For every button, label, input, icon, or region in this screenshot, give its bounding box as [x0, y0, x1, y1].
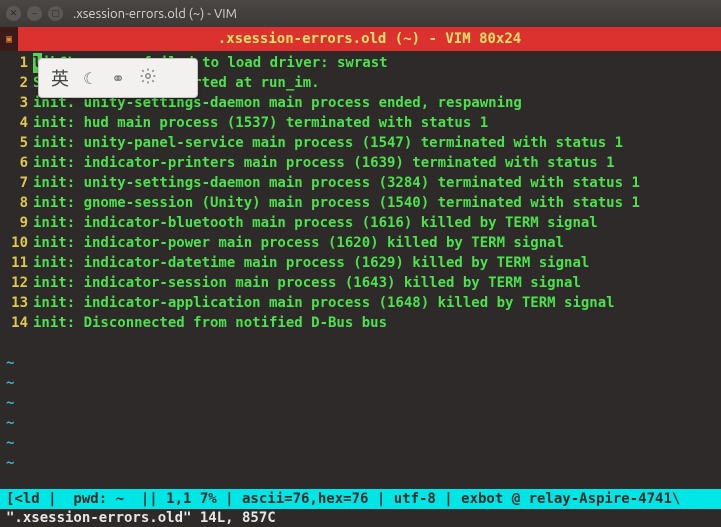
tilde-icon: ~	[6, 393, 14, 413]
tilde-icon: ~	[6, 433, 14, 453]
editor-line: 12init: indicator-session main process (…	[6, 273, 715, 293]
close-icon[interactable]: ✕	[6, 6, 21, 21]
line-number: 14	[6, 313, 28, 333]
line-text: init: indicator-power main process (1620…	[33, 233, 564, 253]
line-number: 12	[6, 273, 28, 293]
editor-area[interactable]: 1libGL error: failed to load driver: swr…	[0, 51, 721, 489]
editor-line: 11init: indicator-datetime main process …	[6, 253, 715, 273]
line-number: 4	[6, 113, 28, 133]
vim-tabline: ▣ .xsession-errors.old (~) - VIM 80x24	[0, 27, 721, 51]
window-titlebar: ✕ – ▢ .xsession-errors.old (~) - VIM	[0, 0, 721, 27]
empty-line: ~	[6, 393, 715, 413]
line-text: init: indicator-application main process…	[33, 293, 615, 313]
line-text: init: gnome-session (Unity) main process…	[33, 193, 640, 213]
gear-icon[interactable]	[139, 67, 157, 89]
line-number: 11	[6, 253, 28, 273]
line-text: init: unity-panel-service main process (…	[33, 133, 623, 153]
line-text: init: unity-settings-daemon main process…	[33, 173, 640, 193]
line-number: 6	[6, 153, 28, 173]
empty-line: ~	[6, 353, 715, 373]
editor-line: 7init: unity-settings-daemon main proces…	[6, 173, 715, 193]
tabline-title: .xsession-errors.old (~) - VIM 80x24	[18, 27, 721, 51]
window-title: .xsession-errors.old (~) - VIM	[73, 7, 237, 21]
maximize-icon[interactable]: ▢	[48, 6, 63, 21]
ime-language-indicator[interactable]: 英	[51, 65, 69, 91]
tabline-indicator: ▣	[0, 27, 18, 51]
editor-line: 5init: unity-panel-service main process …	[6, 133, 715, 153]
tilde-icon: ~	[6, 453, 14, 473]
tilde-icon: ~	[6, 413, 14, 433]
editor-line: 9init: indicator-bluetooth main process …	[6, 213, 715, 233]
status-line: [<ld | pwd: ~ || 1,1 7% | ascii=76,hex=7…	[0, 489, 721, 509]
line-number: 1	[6, 53, 28, 73]
line-number: 2	[6, 73, 28, 93]
command-line: ".xsession-errors.old" 14L, 857C	[0, 509, 721, 527]
empty-line: ~	[6, 373, 715, 393]
ime-toolbar[interactable]: 英 ☾ ⚭	[38, 58, 198, 98]
line-number: 5	[6, 133, 28, 153]
editor-line: 13init: indicator-application main proce…	[6, 293, 715, 313]
empty-line: ~	[6, 453, 715, 473]
editor-line: 4init: hud main process (1537) terminate…	[6, 113, 715, 133]
line-number: 7	[6, 173, 28, 193]
editor-line: 10init: indicator-power main process (16…	[6, 233, 715, 253]
tilde-icon: ~	[6, 373, 14, 393]
line-text: init: indicator-bluetooth main process (…	[33, 213, 598, 233]
editor-line: 14init: Disconnected from notified D-Bus…	[6, 313, 715, 333]
line-number: 13	[6, 293, 28, 313]
line-number: 8	[6, 193, 28, 213]
line-text: init: hud main process (1537) terminated…	[33, 113, 488, 133]
line-text: init: indicator-printers main process (1…	[33, 153, 615, 173]
link-icon[interactable]: ⚭	[111, 69, 124, 88]
line-number: 3	[6, 93, 28, 113]
line-number: 9	[6, 213, 28, 233]
empty-line: ~	[6, 433, 715, 453]
line-text: init: indicator-datetime main process (1…	[33, 253, 589, 273]
editor-line: 6init: indicator-printers main process (…	[6, 153, 715, 173]
tilde-icon: ~	[6, 353, 14, 373]
empty-line: ~	[6, 413, 715, 433]
minimize-icon[interactable]: –	[27, 6, 42, 21]
editor-line: 8init: gnome-session (Unity) main proces…	[6, 193, 715, 213]
line-number: 10	[6, 233, 28, 253]
moon-icon[interactable]: ☾	[83, 69, 97, 88]
line-text: init: indicator-session main process (16…	[33, 273, 581, 293]
line-text: init: Disconnected from notified D-Bus b…	[33, 313, 387, 333]
